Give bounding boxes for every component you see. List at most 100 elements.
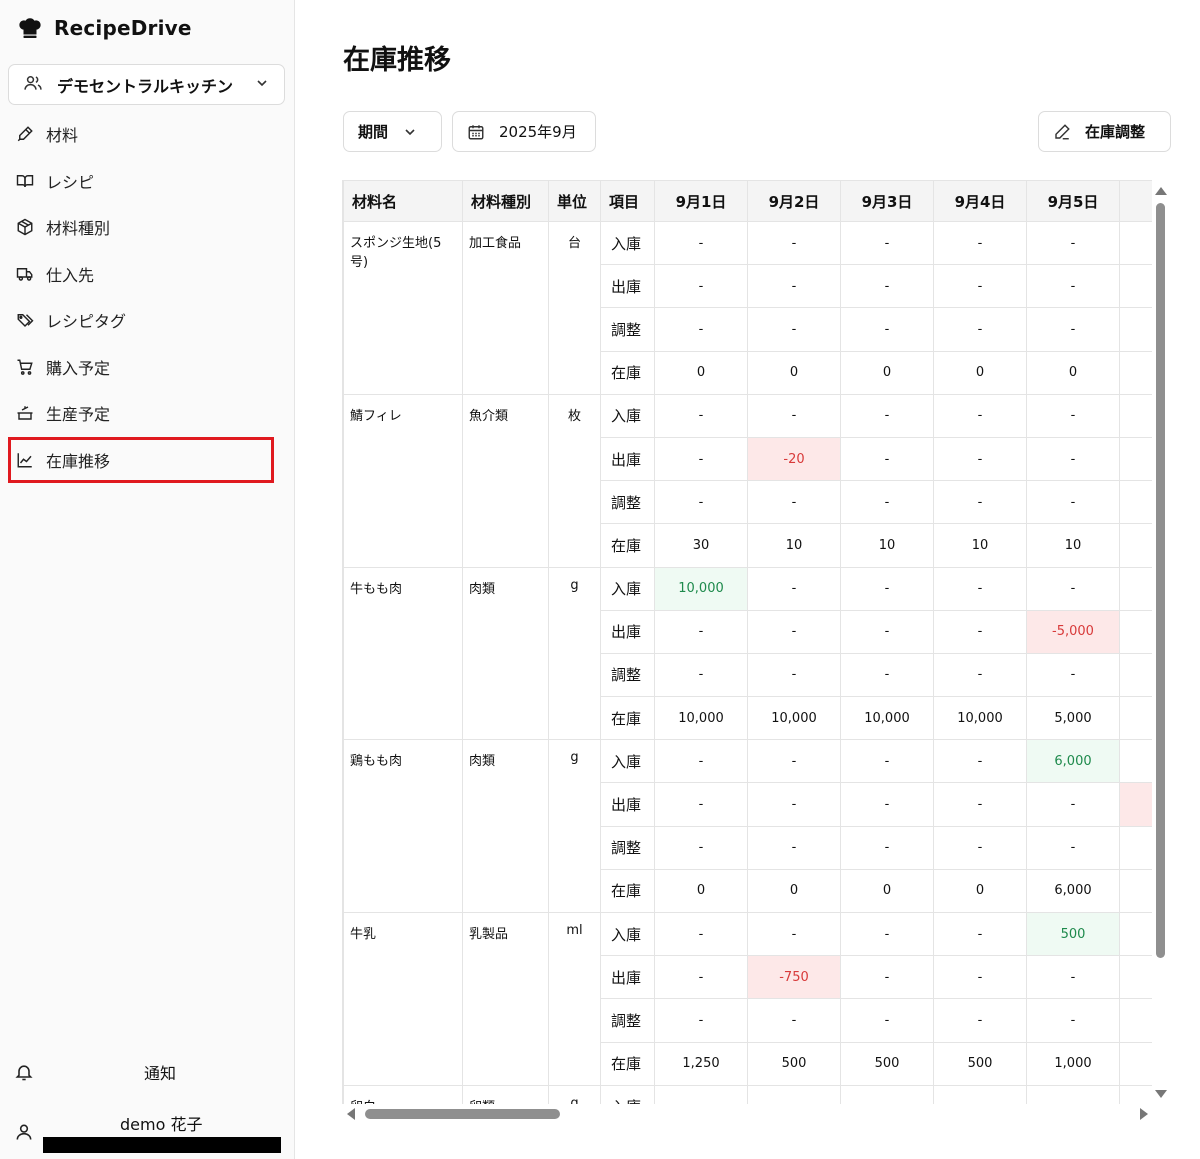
table-row: 牛もも肉 肉類 g 入庫 10,000- - - - <box>343 566 1152 741</box>
period-dropdown[interactable]: 期間 <box>343 111 442 152</box>
quantity-cell: 0 <box>1026 350 1120 395</box>
vertical-scrollbar[interactable] <box>1154 185 1168 1100</box>
quantity-cell: - <box>933 480 1027 525</box>
horizontal-scroll-thumb[interactable] <box>365 1109 560 1119</box>
sidebar-item-recipe-tags[interactable]: レシピタグ <box>8 297 278 344</box>
inventory-table-container[interactable]: 材料名 材料種別 単位 項目 9月1日 9月2日 9月3日 9月4日 9月5日 … <box>342 180 1152 1104</box>
team-selector[interactable]: デモセントラルキッチン <box>8 64 285 105</box>
quantity-cell: 0 <box>747 868 841 914</box>
quantity-cell <box>1119 307 1152 352</box>
notifications[interactable]: 通知 <box>14 1056 284 1088</box>
entry-kind-cell: 入庫 <box>600 393 655 438</box>
quantity-cell: - <box>840 609 934 654</box>
quantity-cell: 0 <box>933 350 1027 395</box>
user-menu[interactable]: demo 花子 <box>14 1106 284 1153</box>
sidebar-item-production-plans[interactable]: 生産予定 <box>8 390 278 437</box>
quantity-cell: 10 <box>1026 523 1120 568</box>
sidebar-item-label: 在庫推移 <box>46 451 111 471</box>
quantity-cell <box>1119 652 1152 698</box>
notifications-label: 通知 <box>144 1064 177 1083</box>
quantity-cell: 1,250 <box>654 1041 748 1086</box>
quantity-cell: - <box>1026 782 1120 827</box>
quantity-cell: - <box>933 825 1027 870</box>
sidebar-item-ingredient-types[interactable]: 材料種別 <box>8 204 278 251</box>
header-date: 9月2日 <box>747 180 841 222</box>
quantity-cell: - <box>1026 652 1120 698</box>
quantity-cell: - <box>747 220 841 266</box>
quantity-cell: - <box>1026 1084 1120 1104</box>
quantity-cell: -20 <box>747 436 841 482</box>
table-row: 牛乳 乳製品 ml 入庫 - - - -500 <box>343 911 1152 1086</box>
entry-kind-cell: 調整 <box>600 652 655 698</box>
sidebar-item-label: レシピ <box>46 172 95 192</box>
quantity-cell: - <box>840 566 934 611</box>
quantity-cell: - <box>1026 393 1120 438</box>
entry-kind-cell: 出庫 <box>600 782 655 827</box>
quantity-cell: 10,000 <box>654 566 748 611</box>
quantity-cell: - <box>654 220 748 266</box>
horizontal-scrollbar[interactable] <box>343 1106 1148 1122</box>
quantity-cell: - <box>933 566 1027 611</box>
scroll-down-icon[interactable] <box>1155 1090 1167 1098</box>
quantity-cell: - <box>933 1084 1027 1104</box>
quantity-cell: 5 <box>1119 696 1152 741</box>
quantity-cell: - <box>654 955 748 1000</box>
quantity-cell: - <box>933 393 1027 438</box>
box-icon <box>17 218 33 236</box>
quantity-cell: 0 <box>654 868 748 914</box>
entry-kind-cell: 入庫 <box>600 911 655 957</box>
quantity-cell: - <box>840 739 934 784</box>
material-name-cell: 牛乳 <box>343 912 463 1086</box>
quantity-cell: - <box>840 955 934 1000</box>
sidebar-item-ingredients[interactable]: 材料 <box>8 111 278 158</box>
sidebar-item-recipes[interactable]: レシピ <box>8 158 278 205</box>
quantity-cell: 500 <box>747 1041 841 1086</box>
quantity-cell: - <box>1026 825 1120 870</box>
chevron-down-icon <box>405 128 415 135</box>
header-date: 9月4日 <box>933 180 1027 222</box>
quantity-cell: - <box>1026 998 1120 1043</box>
header-date: 9. <box>1119 180 1152 222</box>
quantity-cell: 10,000 <box>654 696 748 741</box>
material-category-cell: 肉類 <box>462 566 549 741</box>
vertical-scroll-thumb[interactable] <box>1156 203 1165 958</box>
quantity-cell <box>1119 911 1152 957</box>
quantity-cell <box>1119 998 1152 1043</box>
scroll-right-icon[interactable] <box>1140 1108 1148 1120</box>
quantity-cell: - <box>933 436 1027 482</box>
quantity-cell: - <box>840 480 934 525</box>
line-chart-icon <box>17 453 32 468</box>
brand[interactable]: RecipeDrive <box>16 14 192 42</box>
quantity-cell: 10,000 <box>933 696 1027 741</box>
sidebar-item-purchase-plans[interactable]: 購入予定 <box>8 344 278 391</box>
material-unit-cell: 台 <box>548 221 601 395</box>
scroll-left-icon[interactable] <box>347 1108 355 1120</box>
inventory-adjust-button[interactable]: 在庫調整 <box>1038 111 1171 152</box>
material-category-cell: 卵類 <box>462 1084 549 1104</box>
quantity-cell: 10,000 <box>747 696 841 741</box>
month-picker[interactable]: 2025年9月 <box>452 111 596 152</box>
sidebar-nav: 材料 レシピ 材料種別 仕入先 レシピタグ 購入予定 生産予定 在庫推移 <box>8 111 278 483</box>
quantity-cell: 0 <box>933 868 1027 914</box>
quantity-cell: - <box>933 307 1027 352</box>
quantity-cell: - <box>840 436 934 482</box>
material-unit-cell: g <box>548 566 601 741</box>
quantity-cell <box>1119 566 1152 611</box>
quantity-cell: 500 <box>840 1041 934 1086</box>
sidebar-item-suppliers[interactable]: 仕入先 <box>8 251 278 298</box>
quantity-cell <box>1119 955 1152 1000</box>
tag-icon <box>17 314 34 328</box>
quantity-cell: - <box>933 911 1027 957</box>
sidebar-item-inventory-trend[interactable]: 在庫推移 <box>8 436 274 483</box>
quantity-cell: - <box>747 566 841 611</box>
quantity-cell: 10,000 <box>840 696 934 741</box>
entry-kind-cell: 在庫 <box>600 1041 655 1086</box>
table-header-row: 材料名 材料種別 単位 項目 9月1日 9月2日 9月3日 9月4日 9月5日 … <box>343 180 1152 222</box>
quantity-cell: 500 <box>1026 911 1120 957</box>
scroll-up-icon[interactable] <box>1155 187 1167 195</box>
quantity-cell: - <box>654 825 748 870</box>
material-name-cell: 卵白 <box>343 1084 463 1104</box>
material-name-cell: スポンジ生地(5号) <box>343 221 463 395</box>
quantity-cell: 6,000 <box>1026 739 1120 784</box>
quantity-cell: - <box>747 739 841 784</box>
